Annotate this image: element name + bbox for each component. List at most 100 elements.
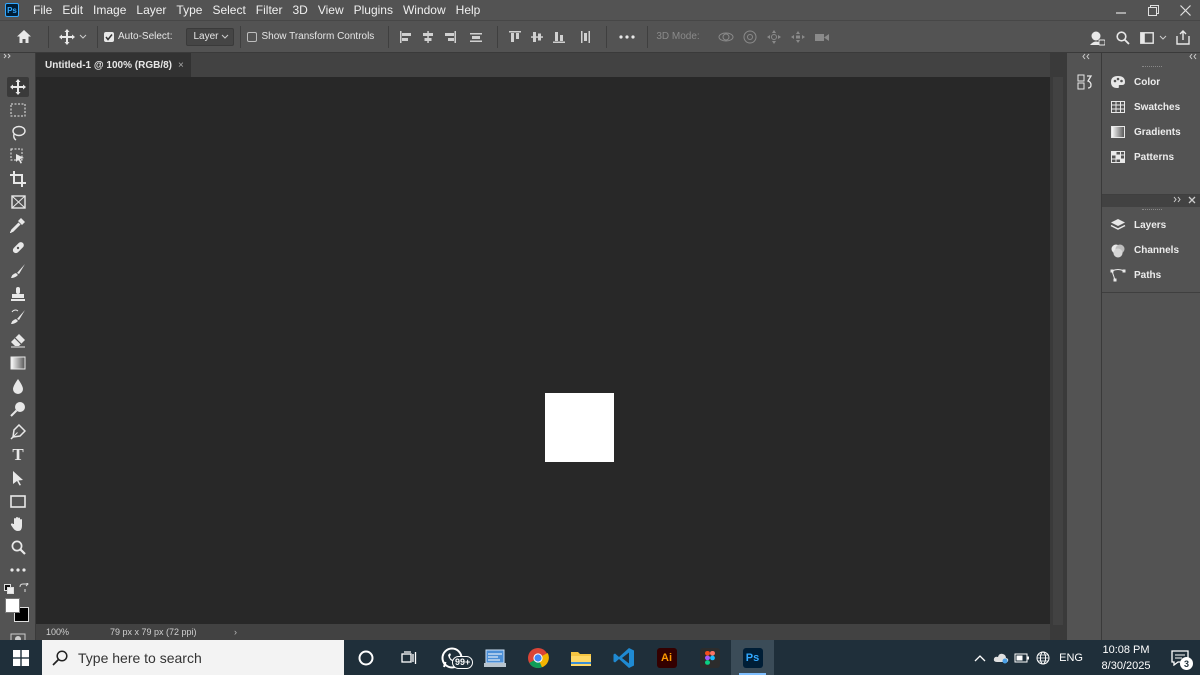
3d-orbit-button[interactable] (714, 26, 738, 48)
task-view-button[interactable] (387, 640, 430, 675)
menu-help[interactable]: Help (451, 0, 486, 20)
menu-edit[interactable]: Edit (57, 0, 88, 20)
panel-layers[interactable]: Layers (1102, 214, 1200, 236)
show-transform-checkbox[interactable] (247, 31, 258, 42)
align-bottom-button[interactable] (548, 26, 570, 48)
status-menu-arrow[interactable]: › (234, 627, 237, 637)
share-button[interactable] (1170, 27, 1196, 49)
document-tab[interactable]: Untitled-1 @ 100% (RGB/8) × (36, 53, 191, 77)
menu-layer[interactable]: Layer (131, 0, 171, 20)
panel-group-grip[interactable] (1142, 209, 1162, 212)
battery-tray-button[interactable] (1011, 640, 1032, 675)
toolbar-collapse-button[interactable] (0, 53, 36, 61)
rectangle-tool[interactable] (7, 491, 29, 511)
crop-tool[interactable] (7, 169, 29, 189)
align-top-button[interactable] (504, 26, 526, 48)
3d-slide-button[interactable] (786, 26, 810, 48)
default-colors-button[interactable] (4, 584, 14, 594)
blur-tool[interactable] (7, 376, 29, 396)
notification-center-button[interactable]: 3 (1160, 640, 1200, 675)
clock[interactable]: 10:08 PM 8/30/2025 (1092, 642, 1160, 674)
network-tray-button[interactable] (1032, 640, 1053, 675)
hand-tool[interactable] (7, 514, 29, 534)
menu-plugins[interactable]: Plugins (349, 0, 398, 20)
file-explorer-app[interactable] (559, 640, 602, 675)
figma-app[interactable] (688, 640, 731, 675)
input-language-indicator[interactable]: ENG (1059, 652, 1083, 664)
illustrator-app[interactable]: Ai (645, 640, 688, 675)
lasso-tool[interactable] (7, 123, 29, 143)
share-user-button[interactable] (1084, 27, 1110, 49)
eraser-tool[interactable] (7, 330, 29, 350)
collapse-panels-button[interactable] (1188, 53, 1198, 63)
quick-mask-button[interactable] (10, 633, 26, 640)
taskbar-search-box[interactable]: Type here to search (42, 640, 344, 675)
menu-image[interactable]: Image (88, 0, 131, 20)
align-right-button[interactable] (439, 26, 461, 48)
frame-tool[interactable] (7, 192, 29, 212)
photoshop-app[interactable]: Ps (731, 640, 774, 675)
vertical-scrollbar[interactable] (1050, 53, 1066, 640)
menu-window[interactable]: Window (398, 0, 451, 20)
minimize-button[interactable] (1106, 0, 1136, 20)
move-tool[interactable] (7, 77, 29, 97)
start-button[interactable] (0, 640, 42, 675)
auto-select-checkbox[interactable] (104, 31, 114, 42)
scrollbar-track[interactable] (1053, 77, 1063, 625)
foreground-color-swatch[interactable] (5, 598, 20, 613)
menu-filter[interactable]: Filter (251, 0, 288, 20)
edit-toolbar-button[interactable] (7, 560, 29, 580)
tool-preset-picker[interactable] (55, 26, 91, 48)
show-transform-toggle[interactable]: Show Transform Controls (247, 26, 374, 48)
eyedropper-tool[interactable] (7, 215, 29, 235)
dodge-tool[interactable] (7, 399, 29, 419)
zoom-tool[interactable] (7, 537, 29, 557)
onedrive-tray-button[interactable] (990, 640, 1011, 675)
history-panel-button[interactable] (1076, 73, 1094, 91)
collapse-strip-button[interactable] (1081, 53, 1091, 63)
close-window-button[interactable] (1170, 0, 1200, 20)
control-panel-app[interactable] (473, 640, 516, 675)
restore-button[interactable] (1138, 0, 1168, 20)
close-group-button[interactable] (1188, 196, 1196, 204)
rectangular-marquee-tool[interactable] (7, 100, 29, 120)
panel-channels[interactable]: Channels (1102, 239, 1200, 261)
distribute-vertical-button[interactable] (461, 26, 491, 48)
menu-file[interactable]: File (28, 0, 57, 20)
type-tool[interactable]: T (7, 445, 29, 465)
workspace-switcher[interactable] (1136, 27, 1170, 49)
vscode-app[interactable] (602, 640, 645, 675)
auto-select-toggle[interactable]: Auto-Select: (104, 26, 172, 48)
distribute-horizontal-button[interactable] (570, 26, 600, 48)
close-tab-icon[interactable]: × (178, 60, 184, 71)
object-selection-tool[interactable] (7, 146, 29, 166)
align-horizontal-center-button[interactable] (417, 26, 439, 48)
panel-paths[interactable]: Paths (1102, 264, 1200, 286)
cortana-button[interactable] (344, 640, 387, 675)
panel-group-grip[interactable] (1142, 66, 1162, 69)
path-selection-tool[interactable] (7, 468, 29, 488)
chrome-app[interactable] (516, 640, 559, 675)
pen-tool[interactable] (7, 422, 29, 442)
zoom-level-field[interactable]: 100% (36, 627, 110, 637)
healing-brush-tool[interactable] (7, 238, 29, 258)
panel-color[interactable]: Color (1102, 71, 1200, 93)
more-options-button[interactable] (613, 26, 641, 48)
show-hidden-icons-button[interactable] (969, 640, 990, 675)
menu-select[interactable]: Select (207, 0, 250, 20)
document-canvas[interactable] (545, 393, 614, 462)
menu-view[interactable]: View (313, 0, 349, 20)
canvas-workspace[interactable] (36, 77, 1050, 624)
3d-scale-button[interactable] (810, 26, 834, 48)
gradient-tool[interactable] (7, 353, 29, 373)
panel-gradients[interactable]: Gradients (1102, 121, 1200, 143)
whatsapp-app[interactable]: 99+ (430, 640, 474, 675)
home-button[interactable] (6, 26, 42, 48)
3d-pan-button[interactable] (762, 26, 786, 48)
align-vertical-center-button[interactable] (526, 26, 548, 48)
panel-swatches[interactable]: Swatches (1102, 96, 1200, 118)
3d-roll-button[interactable] (738, 26, 762, 48)
search-button[interactable] (1110, 27, 1136, 49)
collapse-group-button[interactable] (1172, 196, 1182, 203)
auto-select-target-dropdown[interactable]: Layer (186, 27, 235, 46)
